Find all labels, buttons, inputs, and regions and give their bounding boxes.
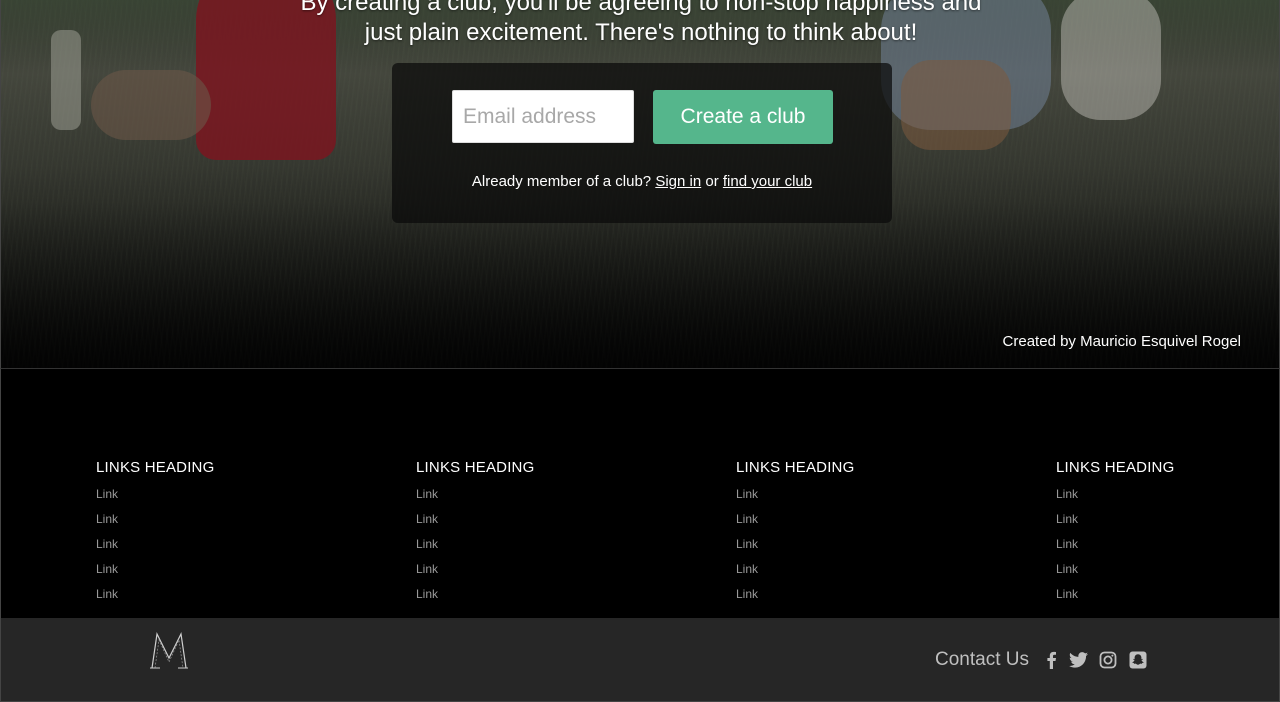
credit-text: Created by Mauricio Esquivel Rogel xyxy=(1002,333,1241,350)
email-input[interactable] xyxy=(452,90,634,143)
contact-us-link[interactable]: Contact Us xyxy=(935,649,1029,671)
create-club-button[interactable]: Create a club xyxy=(653,90,833,144)
footer-link[interactable]: Link xyxy=(736,532,936,557)
footer-link[interactable]: Link xyxy=(416,507,616,532)
links-heading: LINKS HEADING xyxy=(1056,459,1175,476)
bottom-bar: Contact Us xyxy=(0,618,1280,702)
snapchat-icon[interactable] xyxy=(1128,650,1148,670)
instagram-icon[interactable] xyxy=(1098,650,1118,670)
twitter-icon[interactable] xyxy=(1068,650,1088,670)
hero-lead-line-2: just plain excitement. There's nothing t… xyxy=(364,19,918,46)
member-prefix: Already member of a club? xyxy=(471,173,652,190)
footer-link[interactable]: Link xyxy=(416,482,616,507)
links-column-1: LINKS HEADING Link Link Link Link Link xyxy=(96,459,296,607)
footer-link[interactable]: Link xyxy=(1056,507,1256,532)
footer-link[interactable]: Link xyxy=(1056,582,1256,607)
footer-link[interactable]: Link xyxy=(1056,482,1256,507)
footer-link[interactable]: Link xyxy=(1056,557,1256,582)
footer-link[interactable]: Link xyxy=(736,557,936,582)
sign-in-link[interactable]: Sign in xyxy=(655,173,701,190)
footer-link[interactable]: Link xyxy=(96,482,296,507)
or-text: or xyxy=(705,173,719,190)
hero-background-arm xyxy=(91,70,211,140)
footer-link[interactable]: Link xyxy=(736,582,936,607)
signup-panel: Create a club Already member of a club? … xyxy=(392,63,892,223)
footer-link[interactable]: Link xyxy=(416,582,616,607)
footer-links: LINKS HEADING Link Link Link Link Link L… xyxy=(0,368,1280,618)
links-column-4: LINKS HEADING Link Link Link Link Link xyxy=(1056,459,1256,607)
footer-link[interactable]: Link xyxy=(416,557,616,582)
footer-link[interactable]: Link xyxy=(96,557,296,582)
hero-lead-line-1: By creating a club, you'll be agreeing t… xyxy=(300,0,982,16)
footer-link[interactable]: Link xyxy=(736,482,936,507)
links-column-2: LINKS HEADING Link Link Link Link Link xyxy=(416,459,616,607)
footer-link[interactable]: Link xyxy=(96,582,296,607)
footer-link[interactable]: Link xyxy=(96,532,296,557)
links-heading: LINKS HEADING xyxy=(416,459,535,476)
hero-lead-text: By creating a club, you'll be agreeing t… xyxy=(1,0,1279,48)
footer-link[interactable]: Link xyxy=(416,532,616,557)
hero-section: By creating a club, you'll be agreeing t… xyxy=(0,0,1280,368)
hero-background-bag xyxy=(901,60,1011,150)
logo-m-icon[interactable] xyxy=(148,628,190,672)
footer-link[interactable]: Link xyxy=(1056,532,1256,557)
links-heading: LINKS HEADING xyxy=(736,459,855,476)
facebook-icon[interactable] xyxy=(1041,650,1061,670)
links-column-3: LINKS HEADING Link Link Link Link Link xyxy=(736,459,936,607)
links-heading: LINKS HEADING xyxy=(96,459,215,476)
member-line: Already member of a club? Sign in or fin… xyxy=(392,173,892,190)
find-club-link[interactable]: find your club xyxy=(723,173,812,190)
footer-link[interactable]: Link xyxy=(736,507,936,532)
footer-link[interactable]: Link xyxy=(96,507,296,532)
